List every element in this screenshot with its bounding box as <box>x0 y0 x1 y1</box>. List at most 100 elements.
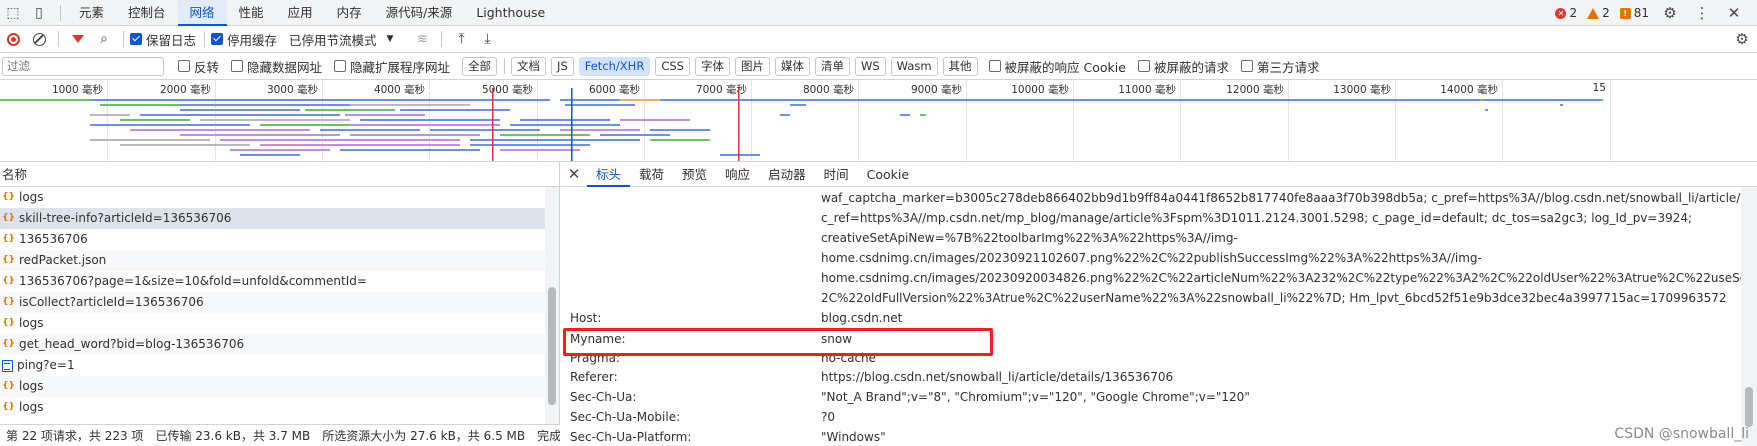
request-row[interactable]: {} 136536706 <box>0 229 545 250</box>
tab-response[interactable]: 响应 <box>716 162 759 187</box>
divider <box>58 31 59 47</box>
request-row[interactable]: {} redPacket.json <box>0 250 545 271</box>
checkbox-unchecked[interactable] <box>1240 60 1253 72</box>
request-row[interactable]: {} get_head_word?bid=blog-136536706 <box>0 334 545 355</box>
disable-cache-checkbox[interactable]: 停用缓存 <box>211 30 277 49</box>
tab-lighthouse[interactable]: Lighthouse <box>464 0 557 26</box>
settings-gear-icon[interactable]: ⚙ <box>1659 4 1681 22</box>
close-icon[interactable]: ✕ <box>561 165 587 183</box>
waterfall-bar <box>0 99 92 101</box>
request-row[interactable]: ping?e=1 <box>0 355 545 376</box>
tab-memory[interactable]: 内存 <box>325 0 374 26</box>
device-toolbar-icon[interactable]: ▯ <box>26 0 52 26</box>
request-name: 136536706 <box>19 232 88 246</box>
waterfall-bar <box>350 104 470 106</box>
tab-timing[interactable]: 时间 <box>815 162 858 187</box>
more-options-icon[interactable]: ⋮ <box>1691 4 1713 22</box>
tab-payload[interactable]: 载荷 <box>630 162 673 187</box>
request-row[interactable]: {} logs <box>0 397 545 418</box>
close-icon[interactable]: ✕ <box>1723 4 1745 22</box>
throttling-select[interactable]: 已停用节流模式 ▼ <box>289 30 393 49</box>
hide-extension-urls-checkbox[interactable]: 隐藏扩展程序网址 <box>334 57 450 76</box>
warning-counter[interactable]: 2 <box>1587 6 1610 20</box>
type-filter-doc[interactable]: 文档 <box>511 56 547 76</box>
request-list-scrollbar[interactable] <box>545 187 559 424</box>
waterfall-bar <box>790 104 806 106</box>
checkbox-unchecked[interactable] <box>1137 60 1150 72</box>
type-filter-wasm[interactable]: Wasm <box>890 56 938 76</box>
finish-time: 完成用 <box>537 429 560 443</box>
waterfall-bar <box>90 114 130 116</box>
tab-performance[interactable]: 性能 <box>227 0 276 26</box>
tab-application[interactable]: 应用 <box>276 0 325 26</box>
preserve-log-checkbox[interactable]: 保留日志 <box>130 30 196 49</box>
tab-headers[interactable]: 标头 <box>587 162 631 187</box>
blocked-requests-label: 被屏蔽的请求 <box>1153 59 1229 75</box>
import-har-button[interactable]: ⤒ <box>448 26 474 52</box>
filter-input[interactable] <box>2 56 164 76</box>
request-row[interactable]: {} skill-tree-info?articleId=136536706 <box>0 208 545 229</box>
type-filter-font[interactable]: 字体 <box>694 56 730 76</box>
record-button[interactable] <box>0 26 26 52</box>
tab-initiator[interactable]: 启动器 <box>759 162 815 187</box>
checkbox-unchecked[interactable] <box>231 60 244 72</box>
waterfall-bar <box>120 144 250 146</box>
type-filter-fetch-xhr[interactable]: Fetch/XHR <box>578 56 651 76</box>
tab-network[interactable]: 网络 <box>177 0 227 26</box>
tab-elements[interactable]: 元素 <box>67 0 116 26</box>
request-row[interactable]: {} logs <box>0 376 545 397</box>
type-filter-ws[interactable]: WS <box>854 56 886 76</box>
tab-sources[interactable]: 源代码/来源 <box>374 0 465 26</box>
export-har-button[interactable]: ⤓ <box>474 26 500 52</box>
blocked-requests-checkbox[interactable]: 被屏蔽的请求 <box>1137 57 1229 76</box>
network-toolbar: ⌕ 保留日志 停用缓存 已停用节流模式 ▼ ≋ ⤒ ⤓ ⚙ <box>0 26 1757 53</box>
checkbox-unchecked[interactable] <box>988 60 1001 72</box>
type-filter-manifest[interactable]: 清单 <box>814 56 850 76</box>
warning-count: 2 <box>1602 6 1610 20</box>
invert-label: 反转 <box>194 59 220 75</box>
waterfall-bar <box>100 104 180 106</box>
type-filter-img[interactable]: 图片 <box>734 56 770 76</box>
invert-checkbox[interactable]: 反转 <box>178 57 219 76</box>
clear-button[interactable] <box>26 26 52 52</box>
type-filter-media[interactable]: 媒体 <box>774 56 810 76</box>
request-row[interactable]: {} logs <box>0 313 545 334</box>
error-counter[interactable]: ✕ 2 <box>1555 6 1577 20</box>
search-button[interactable]: ⌕ <box>91 26 117 52</box>
network-settings-button[interactable]: ⚙ <box>1729 26 1755 52</box>
network-overview-timeline[interactable]: 1000 毫秒 2000 毫秒 3000 毫秒 4000 毫秒 5000 毫秒 6000 … <box>0 80 1757 162</box>
detail-scrollbar[interactable] <box>1741 187 1757 446</box>
timeline-marker-line <box>571 88 573 161</box>
checkbox-unchecked[interactable] <box>334 60 347 72</box>
hide-data-urls-checkbox[interactable]: 隐藏数据网址 <box>231 57 322 76</box>
header-row-referer: Referer: https://blog.csdn.net/snowball_… <box>561 370 1741 390</box>
issues-counter[interactable]: ! 81 <box>1619 6 1649 20</box>
checkbox-checked[interactable] <box>211 33 224 45</box>
request-detail-panel: ✕ 标头 载荷 预览 响应 启动器 时间 Cookie waf_captcha_… <box>561 162 1757 446</box>
tab-console[interactable]: 控制台 <box>116 0 178 26</box>
type-filter-css[interactable]: CSS <box>655 56 690 76</box>
waterfall-bar <box>470 139 640 141</box>
network-conditions-button[interactable]: ≋ <box>409 26 435 52</box>
request-row[interactable]: {} logs <box>0 187 545 208</box>
checkbox-checked[interactable] <box>130 33 142 45</box>
inspect-element-icon[interactable]: ⬚ <box>0 0 26 26</box>
waterfall-bar <box>150 99 550 101</box>
scrollbar-thumb[interactable] <box>1745 387 1753 427</box>
checkbox-unchecked[interactable] <box>178 60 190 72</box>
request-row[interactable]: {} isCollect?articleId=136536706 <box>0 292 545 313</box>
header-name: Sec-Ch-Ua: <box>570 390 637 404</box>
column-header-name[interactable]: 名称 <box>0 162 559 187</box>
third-party-checkbox[interactable]: 第三方请求 <box>1240 57 1319 76</box>
error-icon: ✕ <box>1555 7 1567 19</box>
scrollbar-thumb[interactable] <box>548 287 556 405</box>
request-row[interactable]: {} 136536706?page=1&size=10&fold=unfold&c… <box>0 271 545 292</box>
request-name: logs <box>19 379 44 393</box>
tab-preview[interactable]: 预览 <box>673 162 716 187</box>
type-filter-all[interactable]: 全部 <box>462 56 498 76</box>
type-filter-other[interactable]: 其他 <box>942 56 978 76</box>
type-filter-js[interactable]: JS <box>551 56 574 76</box>
blocked-cookies-checkbox[interactable]: 被屏蔽的响应 Cookie <box>988 57 1126 76</box>
filter-toggle-button[interactable] <box>65 26 91 52</box>
tab-cookies[interactable]: Cookie <box>858 162 918 187</box>
